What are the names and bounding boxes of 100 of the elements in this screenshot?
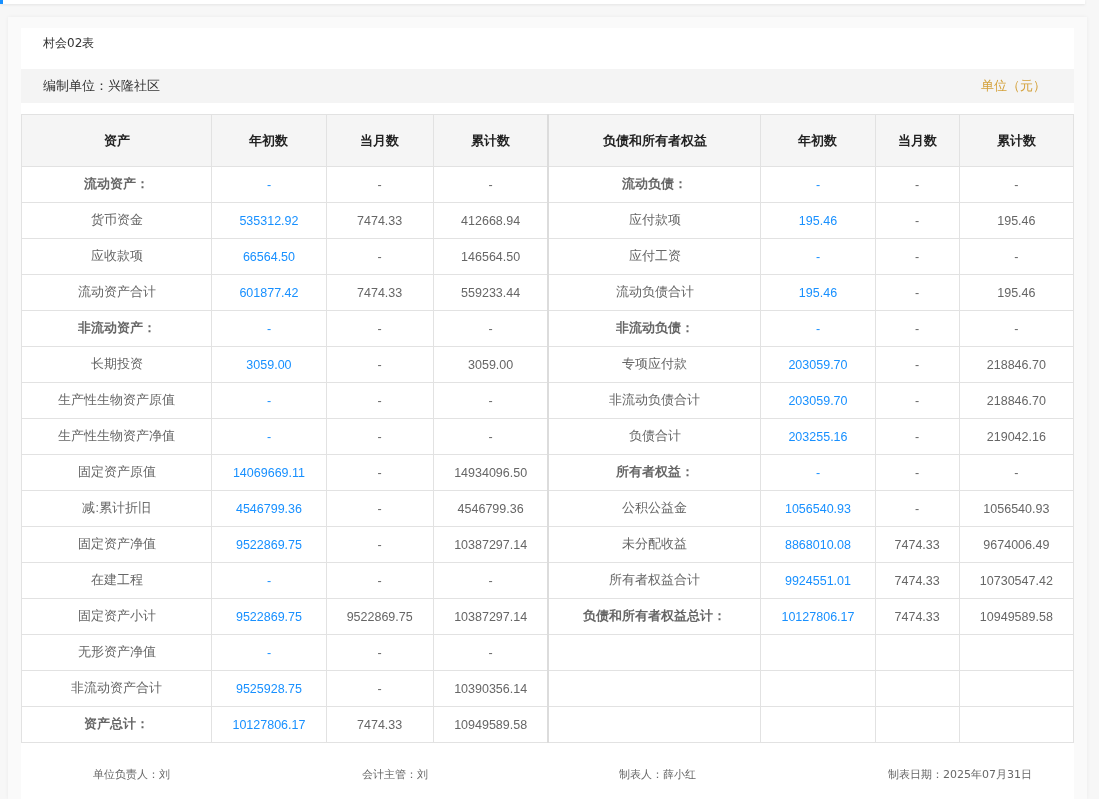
row-label: 固定资产净值 bbox=[21, 526, 212, 563]
amount-cell: - bbox=[875, 310, 960, 347]
amount-cell: 7474.33 bbox=[875, 598, 960, 635]
amount-cell: - bbox=[326, 382, 434, 419]
amount-cell: 10127806.17 bbox=[760, 598, 876, 635]
row-label: 应付工资 bbox=[548, 238, 761, 275]
row-label: 生产性生物资产原值 bbox=[21, 382, 212, 419]
amount-cell: 7474.33 bbox=[326, 706, 434, 743]
amount-cell: - bbox=[211, 166, 327, 203]
row-label: 应收款项 bbox=[21, 238, 212, 275]
row-label: 未分配收益 bbox=[548, 526, 761, 563]
amount-cell: - bbox=[211, 562, 327, 599]
amount-cell: - bbox=[875, 490, 960, 527]
amount-cell: - bbox=[326, 238, 434, 275]
amount-cell: 9522869.75 bbox=[211, 598, 327, 635]
amount-cell: 9522869.75 bbox=[211, 526, 327, 563]
column-header: 负债和所有者权益 bbox=[548, 114, 761, 167]
row-label: 货币资金 bbox=[21, 202, 212, 239]
row-label: 资产总计： bbox=[21, 706, 212, 743]
row-label: 专项应付款 bbox=[548, 346, 761, 383]
amount-cell: - bbox=[875, 202, 960, 239]
column-header: 当月数 bbox=[326, 114, 434, 167]
amount-cell: - bbox=[326, 634, 434, 671]
amount-cell: - bbox=[760, 310, 876, 347]
row-label: 无形资产净值 bbox=[21, 634, 212, 671]
signature-field: 制表日期：2025年07月31日 bbox=[887, 767, 1032, 782]
amount-cell: - bbox=[326, 418, 434, 455]
amount-cell: - bbox=[326, 454, 434, 491]
amount-cell: - bbox=[959, 310, 1074, 347]
amount-cell: 203059.70 bbox=[760, 382, 876, 419]
amount-cell: 219042.16 bbox=[959, 418, 1074, 455]
row-label: 在建工程 bbox=[21, 562, 212, 599]
column-header: 年初数 bbox=[211, 114, 327, 167]
amount-cell: - bbox=[875, 274, 960, 311]
amount-cell: 10730547.42 bbox=[959, 562, 1074, 599]
currency-unit: 单位（元） bbox=[981, 77, 1046, 95]
row-label: 流动负债合计 bbox=[548, 274, 761, 311]
row-label: 固定资产原值 bbox=[21, 454, 212, 491]
row-label: 流动负债： bbox=[548, 166, 761, 203]
row-label: 长期投资 bbox=[21, 346, 212, 383]
row-label: 公积公益金 bbox=[548, 490, 761, 527]
amount-cell: 7474.33 bbox=[326, 274, 434, 311]
amount-cell: 9924551.01 bbox=[760, 562, 876, 599]
amount-cell: - bbox=[326, 562, 434, 599]
row-label: 非流动负债： bbox=[548, 310, 761, 347]
row-label: 负债和所有者权益总计： bbox=[548, 598, 761, 635]
amount-cell: 9674006.49 bbox=[959, 526, 1074, 563]
amount-cell: 7474.33 bbox=[326, 202, 434, 239]
amount-cell: - bbox=[875, 238, 960, 275]
amount-cell: - bbox=[959, 238, 1074, 275]
amount-cell: - bbox=[326, 670, 434, 707]
column-header: 年初数 bbox=[760, 114, 876, 167]
amount-cell: - bbox=[211, 418, 327, 455]
row-label: 非流动负债合计 bbox=[548, 382, 761, 419]
amount-cell: - bbox=[211, 382, 327, 419]
amount-cell: 1056540.93 bbox=[959, 490, 1074, 527]
row-label: 应付款项 bbox=[548, 202, 761, 239]
amount-cell: 10127806.17 bbox=[211, 706, 327, 743]
column-header: 当月数 bbox=[875, 114, 960, 167]
amount-cell: 3059.00 bbox=[211, 346, 327, 383]
row-label: 所有者权益合计 bbox=[548, 562, 761, 599]
amount-cell: 218846.70 bbox=[959, 382, 1074, 419]
compiling-unit: 编制单位：兴隆社区 bbox=[43, 77, 160, 95]
amount-cell: 195.46 bbox=[760, 274, 876, 311]
amount-cell: - bbox=[875, 454, 960, 491]
amount-cell: 7474.33 bbox=[875, 562, 960, 599]
amount-cell: - bbox=[760, 454, 876, 491]
amount-cell: 195.46 bbox=[959, 202, 1074, 239]
amount-cell: 535312.92 bbox=[211, 202, 327, 239]
amount-cell: - bbox=[959, 166, 1074, 203]
row-label: 固定资产小计 bbox=[21, 598, 212, 635]
row-label: 生产性生物资产净值 bbox=[21, 418, 212, 455]
amount-cell: 8868010.08 bbox=[760, 526, 876, 563]
amount-cell: - bbox=[875, 418, 960, 455]
amount-cell: 7474.33 bbox=[875, 526, 960, 563]
amount-cell: - bbox=[326, 346, 434, 383]
amount-cell: 10949589.58 bbox=[959, 598, 1074, 635]
signature-field: 单位负责人：刘 bbox=[93, 767, 170, 782]
row-label: 非流动资产合计 bbox=[21, 670, 212, 707]
amount-cell: - bbox=[760, 238, 876, 275]
amount-cell: 195.46 bbox=[959, 274, 1074, 311]
amount-cell: 9522869.75 bbox=[326, 598, 434, 635]
amount-cell: 218846.70 bbox=[959, 346, 1074, 383]
amount-cell: 195.46 bbox=[760, 202, 876, 239]
amount-cell: 4546799.36 bbox=[211, 490, 327, 527]
column-header: 资产 bbox=[21, 114, 212, 167]
amount-cell: - bbox=[959, 454, 1074, 491]
signature-field: 会计主管：刘 bbox=[361, 767, 428, 782]
row-label: 减:累计折旧 bbox=[21, 490, 212, 527]
amount-cell: 203255.16 bbox=[760, 418, 876, 455]
amount-cell: - bbox=[875, 346, 960, 383]
row-label: 流动资产： bbox=[21, 166, 212, 203]
row-label: 所有者权益： bbox=[548, 454, 761, 491]
amount-cell: - bbox=[326, 166, 434, 203]
row-label: 非流动资产： bbox=[21, 310, 212, 347]
amount-cell: - bbox=[875, 166, 960, 203]
amount-cell: 203059.70 bbox=[760, 346, 876, 383]
amount-cell: 9525928.75 bbox=[211, 670, 327, 707]
column-header: 累计数 bbox=[433, 114, 549, 167]
signature-field: 制表人：薛小红 bbox=[619, 767, 697, 782]
